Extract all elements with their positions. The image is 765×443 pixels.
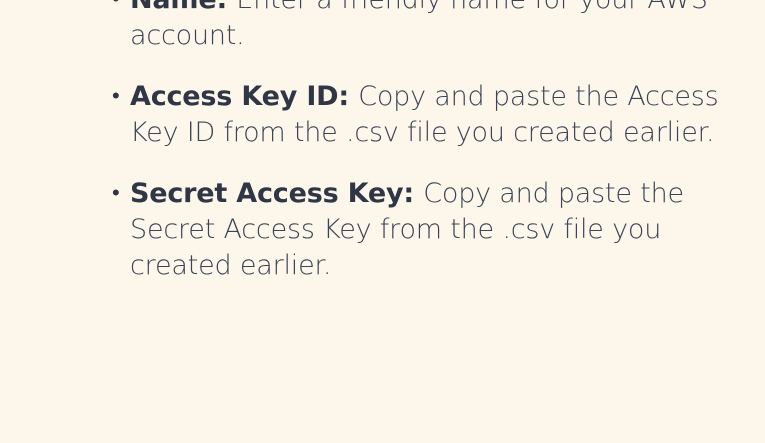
item-term: Secret Access Key:	[130, 178, 424, 209]
list-item-name: • Name: Enter a friendly name for your A…	[112, 0, 752, 54]
bullet-icon: •	[112, 84, 120, 109]
bullet-icon: •	[112, 0, 120, 18]
list-item-secret-access-key: • Secret Access Key: Copy and paste the …	[112, 176, 752, 284]
list-item-access-key-id: • Access Key ID: Copy and paste the Acce…	[112, 79, 752, 151]
bullet-icon: •	[112, 181, 120, 206]
item-term: Access Key ID:	[130, 81, 359, 112]
instruction-list: • Name: Enter a friendly name for your A…	[112, 0, 752, 309]
item-term: Name:	[130, 0, 236, 15]
